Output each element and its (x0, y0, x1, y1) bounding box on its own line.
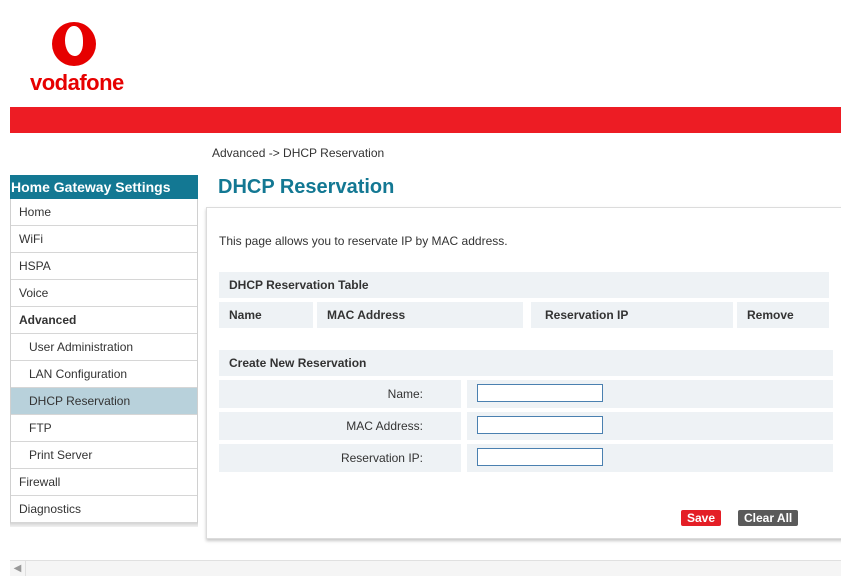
column-header-remove: Remove (737, 302, 829, 328)
brand-name: vodafone (30, 70, 124, 95)
save-button[interactable]: Save (681, 510, 722, 526)
name-input[interactable] (477, 384, 603, 402)
reservation-ip-input[interactable] (477, 448, 603, 466)
column-header-name: Name (219, 302, 313, 328)
name-label: Name: (219, 380, 461, 408)
sidebar-menu: Home WiFi HSPA Voice Advanced User Admin… (10, 199, 198, 523)
sidebar-item-wifi[interactable]: WiFi (11, 226, 197, 253)
sidebar-item-firewall[interactable]: Firewall (11, 469, 197, 496)
sidebar-item-voice[interactable]: Voice (11, 280, 197, 307)
sidebar-item-home[interactable]: Home (11, 199, 197, 226)
sidebar-item-diagnostics[interactable]: Diagnostics (11, 496, 197, 523)
page-description: This page allows you to reservate IP by … (219, 234, 508, 248)
mac-address-input[interactable] (477, 416, 603, 434)
sidebar-item-print-server[interactable]: Print Server (11, 442, 197, 469)
sidebar-item-hspa[interactable]: HSPA (11, 253, 197, 280)
sidebar-item-lan-configuration[interactable]: LAN Configuration (11, 361, 197, 388)
sidebar-shadow (10, 523, 198, 527)
breadcrumb: Advanced -> DHCP Reservation (212, 146, 385, 160)
content-panel: This page allows you to reservate IP by … (206, 207, 841, 539)
sidebar-item-dhcp-reservation[interactable]: DHCP Reservation (11, 388, 197, 415)
vodafone-logo-mark (52, 22, 96, 66)
sidebar-title: Home Gateway Settings (10, 175, 198, 199)
sidebar-item-ftp[interactable]: FTP (11, 415, 197, 442)
reservation-ip-label: Reservation IP: (219, 444, 461, 472)
page-title: DHCP Reservation (218, 176, 395, 198)
create-reservation-title: Create New Reservation (219, 350, 833, 376)
horizontal-scrollbar[interactable]: ◀ (10, 560, 841, 576)
column-header-reservation-ip: Reservation IP (531, 302, 733, 328)
column-header-mac-address: MAC Address (317, 302, 523, 328)
form-row-reservation-ip: Reservation IP: (219, 444, 833, 472)
form-row-mac-address: MAC Address: (219, 412, 833, 440)
clear-all-button[interactable]: Clear All (738, 510, 799, 526)
sidebar: Home Gateway Settings Home WiFi HSPA Voi… (10, 175, 198, 527)
sidebar-item-user-administration[interactable]: User Administration (11, 334, 197, 361)
chevron-left-icon[interactable]: ◀ (10, 561, 26, 576)
create-reservation-form: Create New Reservation Name: MAC Address… (219, 350, 833, 472)
header-bar (10, 107, 841, 133)
reservation-table-header-row: Name MAC Address Reservation IP Remove (219, 302, 829, 328)
mac-address-label: MAC Address: (219, 412, 461, 440)
reservation-table-title: DHCP Reservation Table (219, 272, 829, 298)
reservation-table: DHCP Reservation Table Name MAC Address … (219, 272, 829, 328)
vodafone-logo: vodafone (30, 22, 130, 100)
sidebar-item-advanced[interactable]: Advanced (11, 307, 197, 334)
form-row-name: Name: (219, 380, 833, 408)
